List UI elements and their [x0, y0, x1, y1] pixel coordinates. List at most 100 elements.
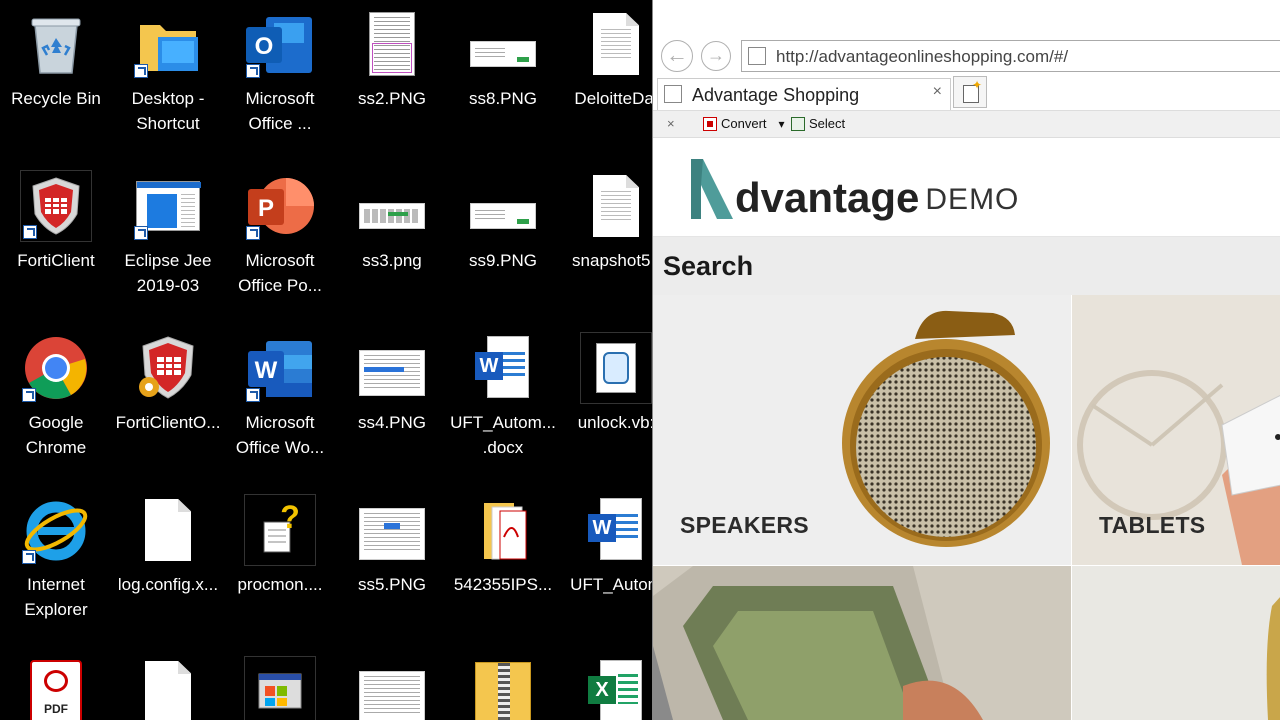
advantage-logo[interactable]: dvantage DEMO	[687, 153, 1019, 223]
desktop-icon-google-chrome[interactable]: Google Chrome	[0, 332, 112, 460]
select-button[interactable]: Select	[791, 116, 845, 131]
desktop-icon-label: ss9.PNG	[468, 251, 538, 270]
shortcut-arrow-icon	[246, 388, 260, 402]
powerpoint-icon: P	[244, 170, 316, 242]
desktop-icon-internet-explorer[interactable]: Internet Explorer	[0, 494, 112, 622]
desktop-icon-installer[interactable]	[224, 656, 336, 720]
laptop-image	[653, 566, 1071, 720]
shortcut-arrow-icon	[22, 388, 36, 402]
desktop-icon-ss3[interactable]: ss3.png	[336, 170, 448, 273]
desktop-icon-recycle-bin[interactable]: Recycle Bin	[0, 8, 112, 111]
desktop-icon-word[interactable]: W Microsoft Office Wo...	[224, 332, 336, 460]
desktop-icon-log-config[interactable]: log.config.x...	[112, 494, 224, 597]
desktop-icon-desktop-shortcut[interactable]: Desktop - Shortcut	[112, 8, 224, 136]
desktop-icon-eclipse[interactable]: Eclipse Jee 2019-03	[112, 170, 224, 298]
new-tab-button[interactable]	[953, 76, 987, 108]
svg-text:?: ?	[280, 502, 300, 535]
desktop-icon-uft-docx[interactable]: W UFT_Autom... .docx	[447, 332, 559, 460]
image-file-icon	[467, 170, 539, 242]
category-label-tablets: TABLETS	[1099, 512, 1206, 538]
desktop-icon-procmon[interactable]: ? procmon....	[224, 494, 336, 597]
desktop-icon-label: DeloitteDai	[574, 89, 652, 108]
desktop-folder-icon	[132, 8, 204, 80]
category-tile-laptops[interactable]	[653, 566, 1071, 720]
tab-close-button[interactable]: ×	[933, 83, 942, 101]
desktop-icon-forticlient[interactable]: FortiClient	[0, 170, 112, 273]
category-tile-speakers[interactable]: SPEAKERS	[653, 295, 1071, 565]
image-file-icon	[356, 656, 428, 720]
tab-advantage-shopping[interactable]: Advantage Shopping ×	[657, 78, 951, 110]
vbscript-icon	[580, 332, 652, 404]
desktop-icon-label: FortiClient	[17, 251, 95, 270]
desktop-icon-excel[interactable]: X	[560, 656, 652, 720]
desktop-icon-zip[interactable]	[447, 656, 559, 720]
category-tile-tablets[interactable]: TABLETS	[1072, 295, 1280, 565]
desktop-icon-unlock-vbs[interactable]: unlock.vb:	[560, 332, 652, 435]
desktop-icon-label: Recycle Bin	[11, 89, 101, 108]
convert-button[interactable]: Convert ▾	[703, 116, 785, 131]
advantage-site: dvantage DEMO Search SPEAKERS TABLETS	[653, 139, 1280, 720]
browser-title-area	[653, 0, 1280, 38]
back-button[interactable]: ←	[661, 40, 693, 72]
desktop-icon-label: FortiClientO...	[115, 413, 221, 432]
desktop-icon-pdf[interactable]: PDF	[0, 656, 112, 720]
desktop-icon-542355ips[interactable]: 542355IPS...	[447, 494, 559, 597]
desktop-icon-label: 542355IPS...	[453, 575, 553, 594]
text-file-icon	[580, 170, 652, 242]
pdf-toolbar: × Convert ▾ Select	[653, 110, 1280, 138]
desktop-icon-label: ss2.PNG	[357, 89, 427, 108]
desktop-icon-ss5[interactable]: ss5.PNG	[336, 494, 448, 597]
desktop-icon-snapshot5[interactable]: snapshot5.t	[560, 170, 652, 273]
svg-text:O: O	[255, 33, 274, 60]
desktop-icon-uft-autom[interactable]: W UFT_Autom	[560, 494, 652, 597]
text-file-icon	[580, 8, 652, 80]
forticlient-icon	[20, 170, 92, 242]
desktop-icon-powerpoint[interactable]: P Microsoft Office Po...	[224, 170, 336, 298]
tab-bar: Advantage Shopping ×	[653, 76, 1280, 110]
excel-icon: X	[580, 656, 652, 720]
search-section[interactable]: Search	[653, 237, 1280, 295]
desktop-icon-ss4[interactable]: ss4.PNG	[336, 332, 448, 435]
blank-file-icon	[132, 494, 204, 566]
search-label: Search	[663, 251, 754, 281]
shortcut-arrow-icon	[246, 64, 260, 78]
address-bar[interactable]: http://advantageonlineshopping.com/#/	[741, 40, 1280, 72]
category-tile-headphones[interactable]	[1072, 566, 1280, 720]
outlook-icon: O	[244, 8, 316, 80]
desktop-icon-forticlient-console[interactable]: FortiClientO...	[112, 332, 224, 435]
desktop-icon-ss-image[interactable]	[336, 656, 448, 720]
tab-favicon-icon	[664, 85, 682, 103]
desktop-icon-label: snapshot5.t	[572, 251, 652, 270]
word-doc-icon: W	[580, 494, 652, 566]
desktop-icon-label: Microsoft Office Wo...	[235, 413, 325, 457]
windows-desktop: Recycle Bin Desktop - Shortcut O Microso…	[0, 0, 652, 720]
toolbar-close-button[interactable]: ×	[667, 116, 675, 131]
shortcut-arrow-icon	[246, 226, 260, 240]
desktop-icon-label: ss4.PNG	[357, 413, 427, 432]
desktop-icon-label: Microsoft Office ...	[245, 89, 315, 133]
word-doc-icon: W	[467, 332, 539, 404]
desktop-icon-label: unlock.vb:	[577, 413, 652, 432]
desktop-icon-outlook[interactable]: O Microsoft Office ...	[224, 8, 336, 136]
desktop-icon-ss8[interactable]: ss8.PNG	[447, 8, 559, 111]
forward-button[interactable]: →	[701, 41, 731, 71]
desktop-icon-blank-file[interactable]	[112, 656, 224, 720]
headphones-image	[1072, 566, 1280, 720]
address-url: http://advantageonlineshopping.com/#/	[776, 47, 1069, 66]
advantage-logo-mark-icon	[691, 159, 733, 219]
desktop-icon-ss9[interactable]: ss9.PNG	[447, 170, 559, 273]
image-file-icon	[356, 170, 428, 242]
back-arrow-icon: ←	[666, 42, 688, 67]
convert-dropdown-icon[interactable]: ▾	[779, 117, 785, 131]
recycle-bin-icon	[20, 8, 92, 80]
forward-arrow-icon: →	[707, 45, 725, 65]
category-label-speakers: SPEAKERS	[680, 512, 809, 538]
desktop-icon-label: UFT_Autom	[570, 575, 652, 594]
shortcut-arrow-icon	[134, 64, 148, 78]
browser-window: ← → http://advantageonlineshopping.com/#…	[652, 0, 1280, 720]
pdf-convert-icon	[703, 116, 717, 131]
desktop-icon-ss2[interactable]: ss2.PNG	[336, 8, 448, 111]
desktop-icon-deloitte[interactable]: DeloitteDai	[560, 8, 652, 111]
desktop-icon-label: procmon....	[237, 575, 323, 594]
zip-file-icon	[467, 656, 539, 720]
